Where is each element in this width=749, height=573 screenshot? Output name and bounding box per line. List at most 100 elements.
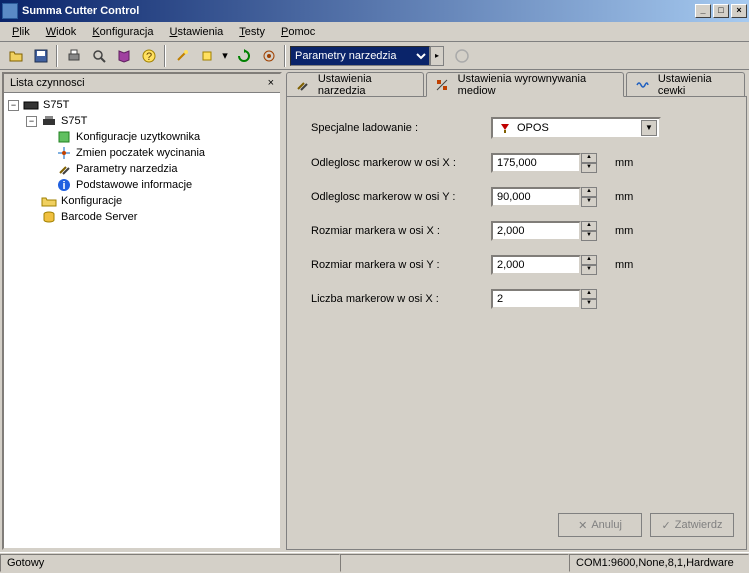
maximize-button[interactable]: □ (713, 4, 729, 18)
tree-label: S75T (61, 115, 87, 127)
check-icon: ✓ (662, 519, 671, 532)
window-title: Summa Cutter Control (22, 5, 695, 17)
opos-icon (497, 121, 513, 135)
input-dist-y[interactable] (491, 187, 581, 207)
app-icon (2, 3, 18, 19)
tab-ustawienia-narzedzia[interactable]: Ustawienia narzedzia (286, 72, 424, 96)
left-panel: Lista czynnosci × − S75T − S75T Konfigur… (2, 72, 282, 550)
tree-label: Konfiguracje (61, 195, 122, 207)
tree-collapse-icon[interactable]: − (8, 100, 19, 111)
cancel-button[interactable]: ✕ Anuluj (558, 513, 642, 537)
spinner-count-x[interactable]: ▲▼ (581, 289, 597, 309)
spinner-dist-y[interactable]: ▲▼ (581, 187, 597, 207)
statusbar: Gotowy COM1:9600,None,8,1,Hardware (0, 552, 749, 572)
folder-icon (41, 194, 57, 208)
tree-node-root[interactable]: − S75T (8, 97, 276, 113)
tree-node-konfiguracje-uzytkownika[interactable]: Konfiguracje uzytkownika (8, 129, 276, 145)
left-panel-title: Lista czynnosci (10, 77, 85, 89)
apply-button[interactable]: ✓ Zatwierdz (650, 513, 734, 537)
tree-node-podstawowe-informacje[interactable]: i Podstawowe informacje (8, 177, 276, 193)
disabled-circle-icon (450, 45, 473, 67)
align-icon (435, 78, 450, 92)
button-label: Anuluj (591, 519, 622, 531)
label-dist-y: Odleglosc markerow w osi Y : (311, 191, 491, 203)
unit-label: mm (615, 225, 633, 237)
svg-text:?: ? (145, 51, 151, 63)
menu-konfiguracja[interactable]: Konfiguracja (84, 24, 161, 40)
toolbar-combo[interactable]: Parametry narzedzia ▸ (290, 46, 444, 66)
dropdown-special-load[interactable]: OPOS ▼ (491, 117, 661, 139)
label-special-load: Specjalne ladowanie : (311, 122, 491, 134)
tools-icon (295, 78, 310, 92)
tree-label: Zmien poczatek wycinania (76, 147, 205, 159)
preview-icon[interactable] (87, 45, 110, 67)
label-dist-x: Odleglosc markerow w osi X : (311, 157, 491, 169)
menu-pomoc[interactable]: Pomoc (273, 24, 323, 40)
info-icon: i (56, 178, 72, 192)
minimize-button[interactable]: _ (695, 4, 711, 18)
separator (164, 45, 166, 67)
close-button[interactable]: × (731, 4, 747, 18)
tree-node-konfiguracje[interactable]: Konfiguracje (8, 193, 276, 209)
tree: − S75T − S75T Konfiguracje uzytkownika Z… (4, 93, 280, 548)
unit-label: mm (615, 157, 633, 169)
dropdown-arrow-icon[interactable]: ▼ (641, 120, 657, 136)
status-mid (340, 554, 569, 572)
menu-testy[interactable]: Testy (231, 24, 273, 40)
printer-icon (41, 114, 57, 128)
book-icon[interactable] (112, 45, 135, 67)
titlebar: Summa Cutter Control _ □ × (0, 0, 749, 22)
tree-collapse-icon[interactable]: − (26, 116, 37, 127)
right-panel: Ustawienia narzedzia Ustawienia wyrownyw… (286, 72, 747, 550)
input-count-x[interactable] (491, 289, 581, 309)
spinner-size-x[interactable]: ▲▼ (581, 221, 597, 241)
tree-node-zmien-poczatek[interactable]: Zmien poczatek wycinania (8, 145, 276, 161)
print-icon[interactable] (62, 45, 85, 67)
svg-text:i: i (62, 180, 65, 192)
tools-icon (56, 162, 72, 176)
tab-wyrownywania-mediow[interactable]: Ustawienia wyrownywania mediow (426, 72, 624, 97)
input-size-y[interactable] (491, 255, 581, 275)
tabs: Ustawienia narzedzia Ustawienia wyrownyw… (286, 72, 747, 96)
input-size-x[interactable] (491, 221, 581, 241)
menu-widok[interactable]: Widok (38, 24, 85, 40)
status-ready: Gotowy (0, 554, 340, 572)
spinner-dist-x[interactable]: ▲▼ (581, 153, 597, 173)
tab-content: Specjalne ladowanie : OPOS ▼ Odleglosc m… (286, 96, 747, 550)
tab-ustawienia-cewki[interactable]: Ustawienia cewki (626, 72, 745, 96)
panel-close-icon[interactable]: × (268, 77, 274, 89)
dropdown-arrow-icon[interactable]: ▾ (220, 49, 230, 62)
tree-label: Parametry narzedzia (76, 163, 178, 175)
open-icon[interactable] (4, 45, 27, 67)
dropdown-value: OPOS (517, 122, 549, 134)
tree-node-barcode-server[interactable]: Barcode Server (8, 209, 276, 225)
tree-label: Barcode Server (61, 211, 137, 223)
help-icon[interactable]: ? (137, 45, 160, 67)
save-icon[interactable] (29, 45, 52, 67)
tree-label: S75T (43, 99, 69, 111)
refresh-icon[interactable] (232, 45, 255, 67)
wand-icon[interactable] (170, 45, 193, 67)
menu-plik[interactable]: Plik (4, 24, 38, 40)
origin-icon (56, 146, 72, 160)
combo-go-icon[interactable]: ▸ (430, 46, 444, 66)
cancel-icon: ✕ (578, 519, 587, 532)
label-size-y: Rozmiar markera w osi Y : (311, 259, 491, 271)
config-icon (56, 130, 72, 144)
toolbar: ? ▾ Parametry narzedzia ▸ (0, 42, 749, 70)
separator (284, 45, 286, 67)
tree-node-parametry-narzedzia[interactable]: Parametry narzedzia (8, 161, 276, 177)
device-icon (23, 98, 39, 112)
menu-ustawienia[interactable]: Ustawienia (161, 24, 231, 40)
spinner-size-y[interactable]: ▲▼ (581, 255, 597, 275)
tree-node-s75t[interactable]: − S75T (8, 113, 276, 129)
left-panel-header: Lista czynnosci × (4, 74, 280, 93)
unit-label: mm (615, 259, 633, 271)
tab-label: Ustawienia wyrownywania mediow (458, 73, 615, 97)
status-port: COM1:9600,None,8,1,Hardware (569, 554, 749, 572)
separator (56, 45, 58, 67)
button-label: Zatwierdz (675, 519, 723, 531)
target-icon[interactable] (257, 45, 280, 67)
star-icon[interactable] (195, 45, 218, 67)
input-dist-x[interactable] (491, 153, 581, 173)
